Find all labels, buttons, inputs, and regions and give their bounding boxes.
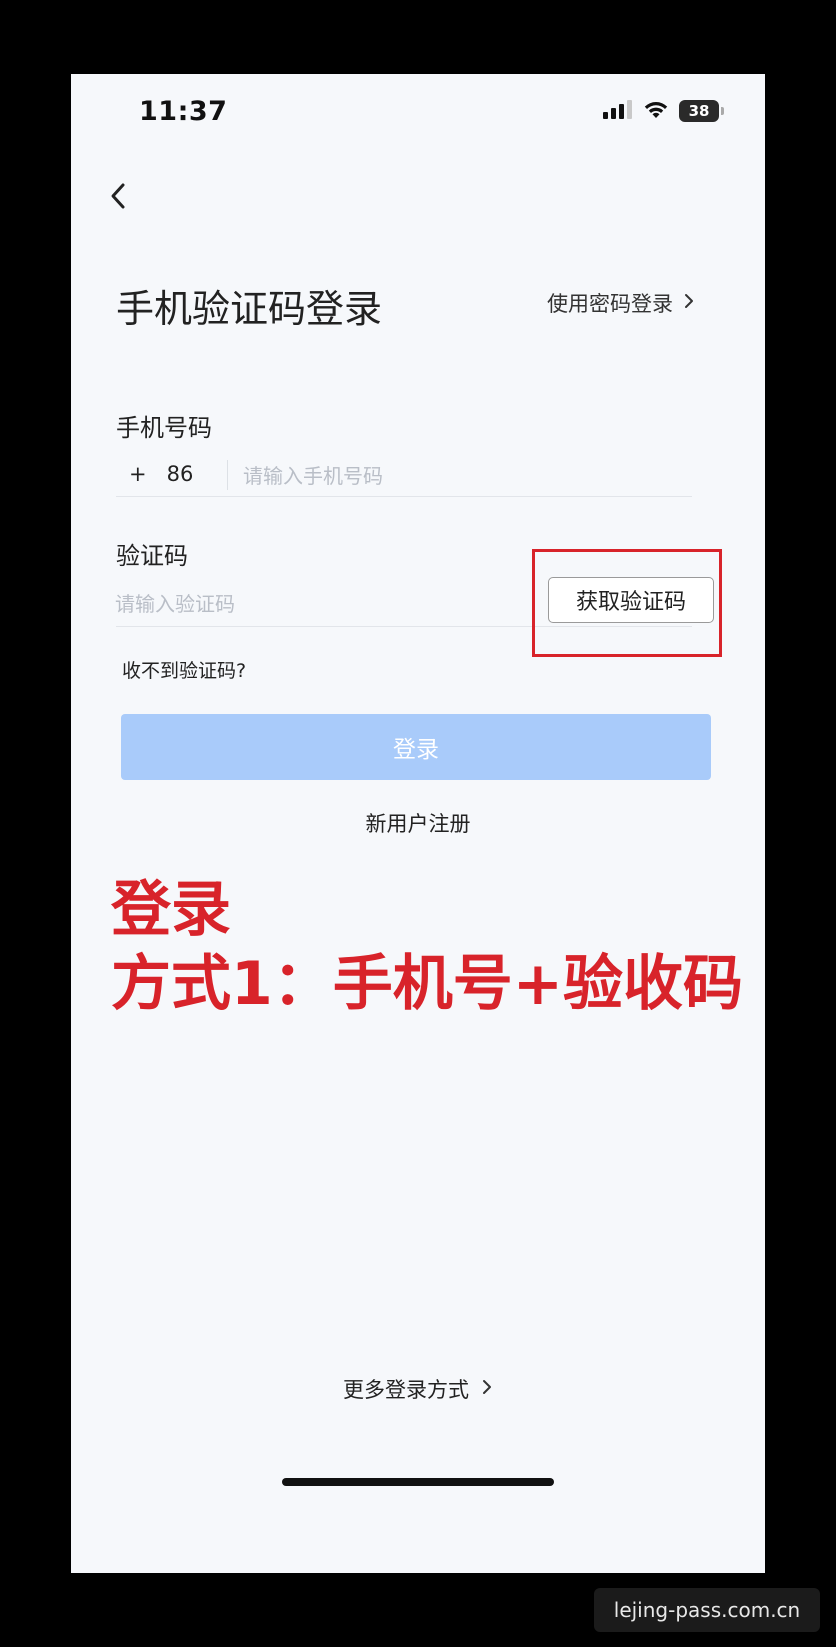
- phone-field-underline: [116, 496, 692, 497]
- chevron-left-icon: [101, 183, 137, 218]
- annotation-line-2: 方式1：手机号+验收码: [111, 949, 744, 1019]
- no-code-link[interactable]: 收不到验证码?: [122, 656, 246, 683]
- more-login-label: 更多登录方式: [343, 1378, 469, 1402]
- home-indicator: [282, 1478, 554, 1486]
- watermark: lejing-pass.com.cn: [594, 1588, 820, 1632]
- status-time: 11:37: [139, 96, 228, 127]
- phone-field-label: 手机号码: [116, 414, 212, 442]
- verification-code-input[interactable]: [113, 584, 497, 624]
- back-button[interactable]: [101, 178, 137, 214]
- annotation-line-1: 登录: [111, 875, 231, 945]
- country-code-divider: [227, 460, 228, 490]
- annotation-highlight-box: [532, 549, 722, 657]
- country-code-value: 86: [166, 462, 194, 486]
- phone-screen: 11:37 38 手机验证码登录 使用密码登录 手机号码 + 86 请输入手机号…: [71, 74, 765, 1573]
- password-login-label: 使用密码登录: [547, 292, 673, 316]
- login-button[interactable]: 登录: [121, 714, 711, 780]
- page-title: 手机验证码登录: [116, 287, 383, 331]
- cellular-signal-icon: [603, 99, 633, 123]
- chevron-right-icon: [481, 1377, 493, 1401]
- chevron-right-icon: [683, 291, 695, 315]
- battery-icon: 38: [679, 100, 724, 122]
- phone-number-input[interactable]: [241, 456, 695, 496]
- code-field-label: 验证码: [116, 542, 188, 570]
- status-icons: 38: [603, 99, 724, 123]
- country-code-plus: +: [129, 462, 147, 486]
- register-link-label: 新用户注册: [365, 812, 471, 836]
- more-login-options-link[interactable]: 更多登录方式: [71, 1374, 765, 1404]
- password-login-link[interactable]: 使用密码登录: [547, 288, 695, 318]
- country-code-selector[interactable]: + 86: [129, 462, 193, 486]
- register-link[interactable]: 新用户注册: [71, 808, 765, 838]
- wifi-icon: [643, 99, 669, 123]
